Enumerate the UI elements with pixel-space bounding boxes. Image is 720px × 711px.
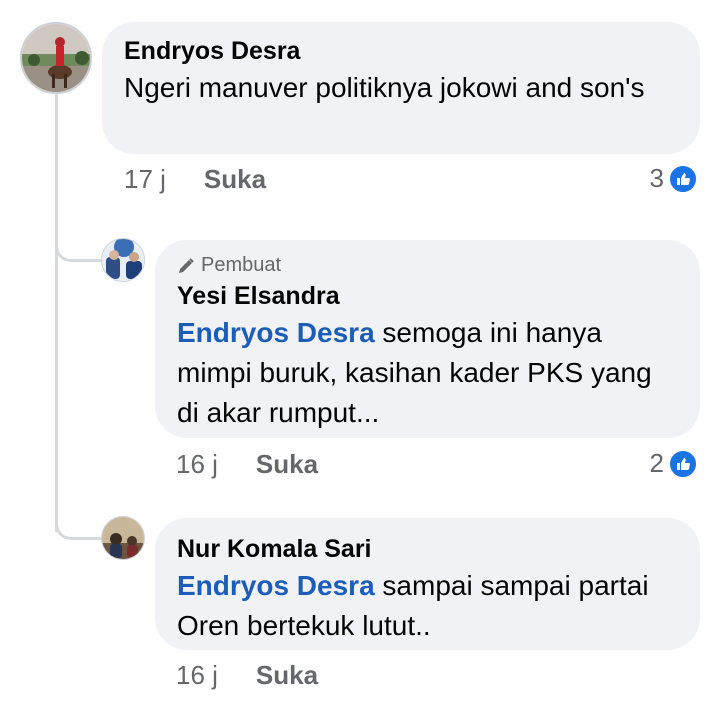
reply-time[interactable]: 16 j [176,660,218,691]
reply-bubble: Pembuat Yesi Elsandra Endryos Desra semo… [155,240,700,438]
thumbs-up-icon [668,448,698,479]
thumbs-up-icon [668,163,698,194]
reply-text: Endryos Desra sampai sampai partai Oren … [177,566,678,646]
reply-text: Endryos Desra semoga ini hanya mimpi bur… [177,313,678,433]
avatar[interactable] [101,516,145,560]
comment-text: Ngeri manuver politiknya jokowi and son'… [124,72,645,103]
comment-thread: Endryos Desra Ngeri manuver politiknya j… [0,0,720,711]
thread-connector-curve [55,236,103,262]
author-badge: Pembuat [177,254,678,277]
reply-author[interactable]: Yesi Elsandra [177,279,678,313]
comment-author[interactable]: Endryos Desra [124,34,678,68]
avatar[interactable] [20,22,92,94]
mention-link[interactable]: Endryos Desra [177,570,375,601]
like-button[interactable]: Suka [256,660,318,691]
pencil-icon [179,257,194,273]
reply-meta: 16 j Suka [176,660,318,691]
reaction-count: 2 [649,448,664,478]
mention-link[interactable]: Endryos Desra [177,317,375,348]
comment-time[interactable]: 17 j [124,164,166,195]
reply-bubble: Nur Komala Sari Endryos Desra sampai sam… [155,518,700,650]
thread-connector-curve [55,514,103,540]
reply-author[interactable]: Nur Komala Sari [177,532,678,566]
reply-time[interactable]: 16 j [176,449,218,480]
comment-bubble: Endryos Desra Ngeri manuver politiknya j… [102,22,700,154]
thread-connector-line [55,90,58,532]
reaction-summary[interactable]: 2 [650,448,698,479]
author-badge-label: Pembuat [201,254,282,276]
reply-meta: 16 j Suka [176,449,318,480]
avatar[interactable] [101,238,145,282]
reaction-count: 3 [649,163,664,193]
like-button[interactable]: Suka [256,449,318,480]
comment-meta: 17 j Suka [124,164,266,195]
like-button[interactable]: Suka [204,164,266,195]
reaction-summary[interactable]: 3 [650,163,698,194]
